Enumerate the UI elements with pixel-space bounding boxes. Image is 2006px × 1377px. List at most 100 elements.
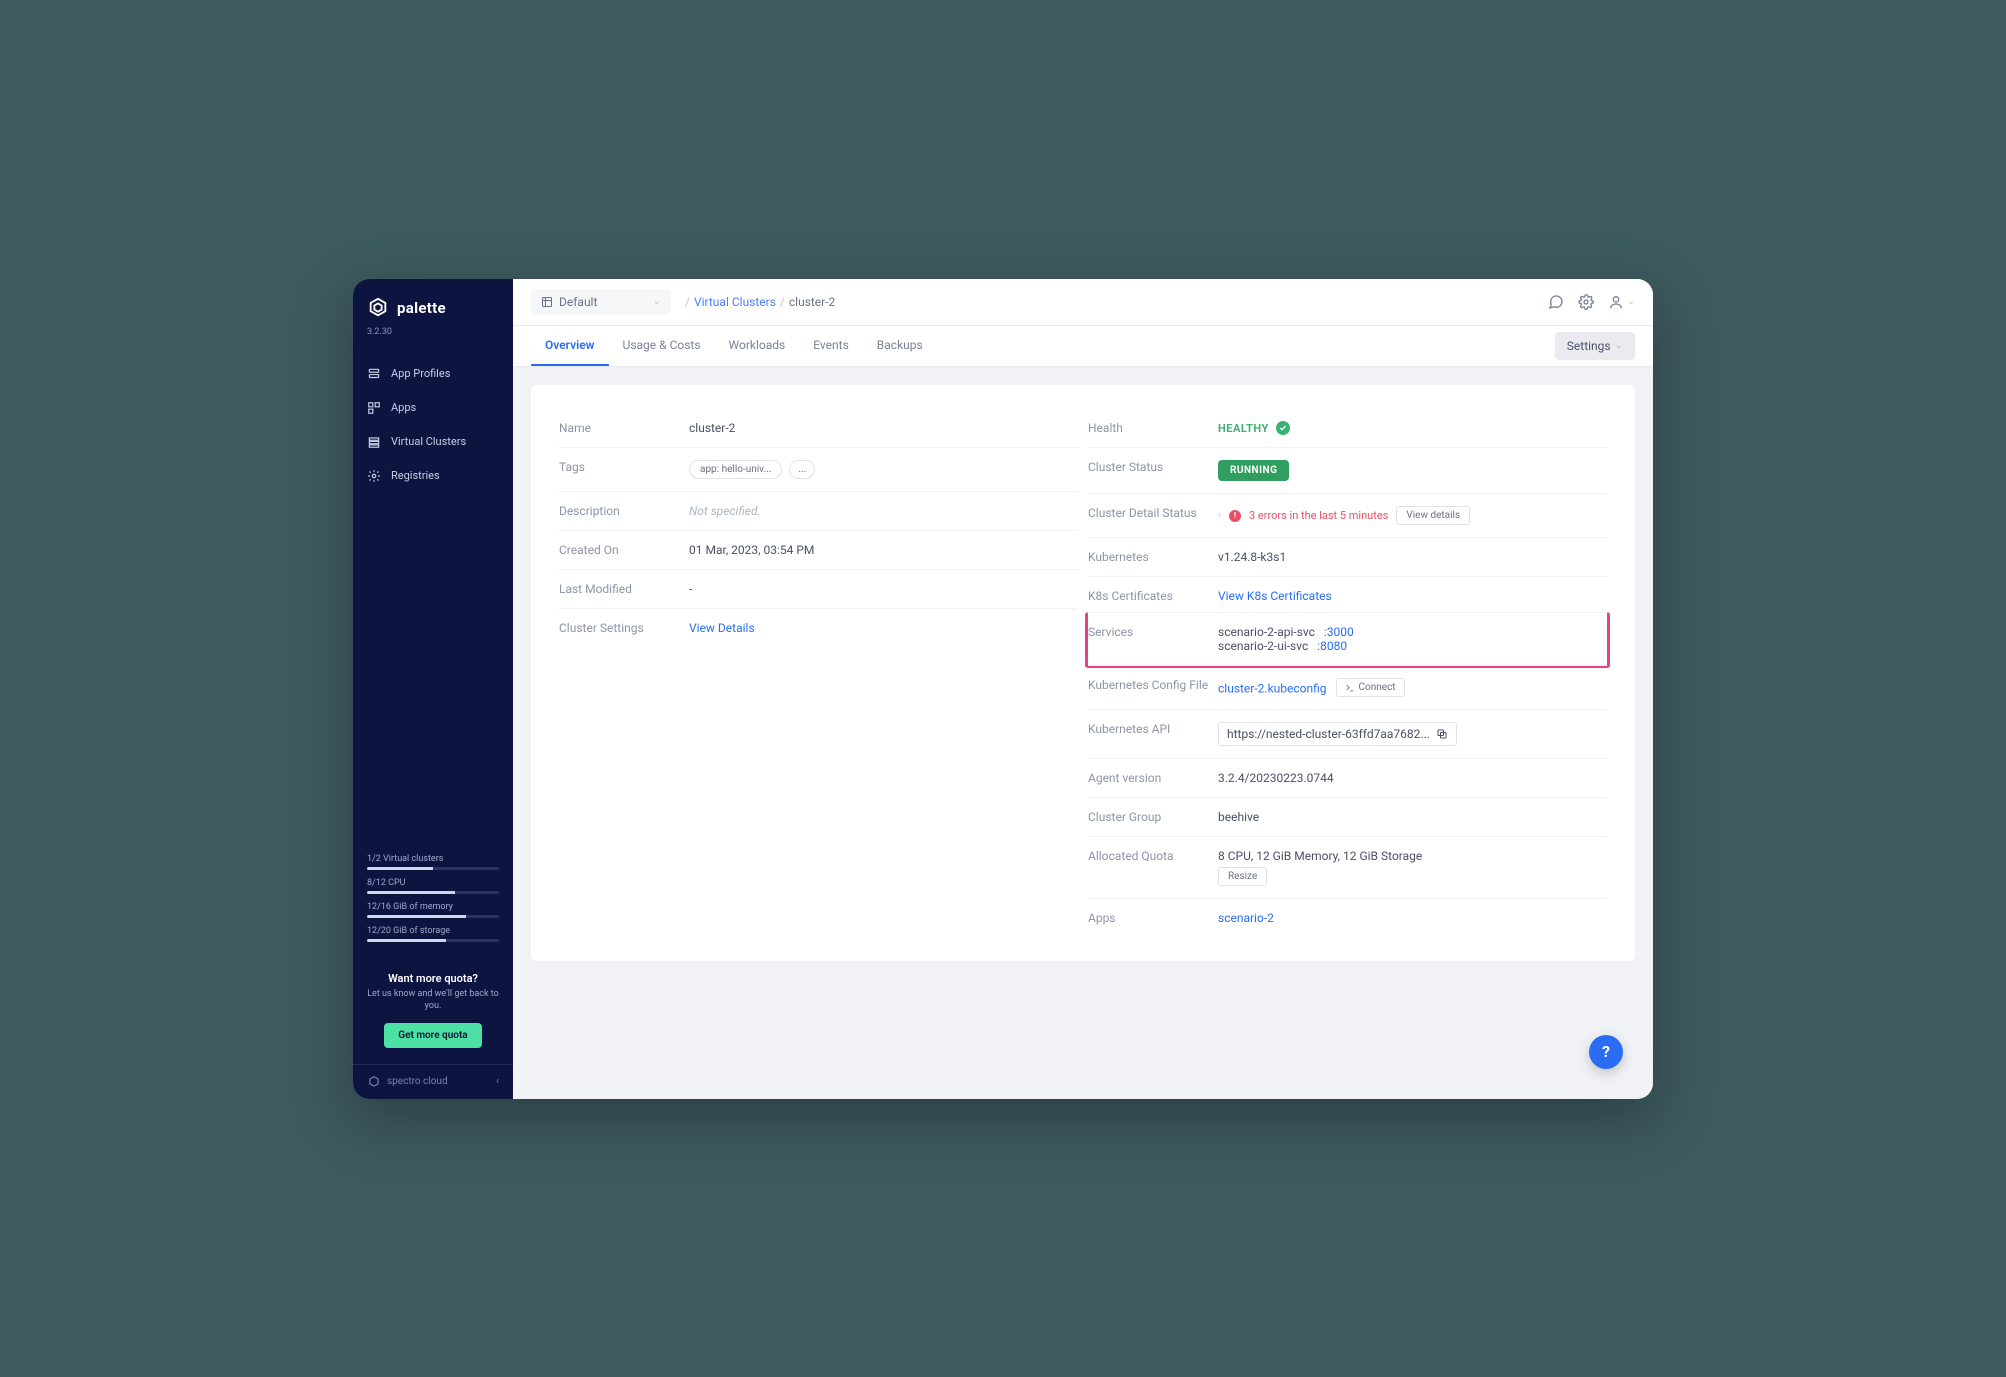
service-port-link[interactable]: :8080 — [1317, 639, 1347, 653]
user-menu[interactable]: ⌄ — [1608, 294, 1635, 310]
app-window: palette 3.2.30 App Profiles Apps Virtual… — [353, 279, 1653, 1099]
connect-button[interactable]: Connect — [1336, 678, 1405, 697]
field-label: Created On — [559, 543, 689, 557]
tab-overview[interactable]: Overview — [531, 326, 609, 366]
nav-label: App Profiles — [391, 367, 450, 380]
nav-apps[interactable]: Apps — [353, 391, 513, 425]
breadcrumb: / Virtual Clusters / cluster-2 — [685, 295, 835, 309]
resize-quota-button[interactable]: Resize — [1218, 867, 1267, 886]
project-name: Default — [559, 295, 597, 309]
chevron-down-icon: ⌄ — [653, 296, 661, 307]
user-icon — [1608, 294, 1624, 310]
field-label: Cluster Detail Status — [1088, 506, 1218, 520]
kubeconfig-download-link[interactable]: cluster-2.kubeconfig — [1218, 682, 1327, 696]
breadcrumb-link[interactable]: Virtual Clusters — [694, 295, 776, 309]
kubernetes-version: v1.24.8-k3s1 — [1218, 550, 1607, 564]
field-label: Kubernetes — [1088, 550, 1218, 564]
footer-brand: spectro cloud ‹ — [353, 1064, 513, 1099]
topbar-actions: ⌄ — [1548, 294, 1635, 310]
usage-meters: 1/2 Virtual clusters 8/12 CPU 12/16 GiB … — [353, 854, 513, 962]
tabs: Overview Usage & Costs Workloads Events … — [513, 326, 1653, 367]
nav-app-profiles[interactable]: App Profiles — [353, 357, 513, 391]
quota-sub: Let us know and we'll get back to you. — [367, 989, 499, 1012]
app-link[interactable]: scenario-2 — [1218, 911, 1274, 925]
services-row-highlighted: Services scenario-2-api-svc :3000 scenar… — [1085, 612, 1610, 668]
usage-storage: 12/20 GiB of storage — [367, 926, 499, 942]
usage-label: 12/20 GiB of storage — [367, 926, 499, 936]
breadcrumb-current: cluster-2 — [789, 295, 835, 309]
nav-registries[interactable]: Registries — [353, 459, 513, 493]
view-cluster-settings-link[interactable]: View Details — [689, 621, 755, 635]
quota-cta: Want more quota? Let us know and we'll g… — [353, 962, 513, 1063]
cluster-group-value: beehive — [1218, 810, 1607, 824]
usage-cpu: 8/12 CPU — [367, 878, 499, 894]
created-on-value: 01 Mar, 2023, 03:54 PM — [689, 543, 1078, 557]
cluster-settings-button[interactable]: Settings ⌄ — [1555, 332, 1635, 360]
service-name: scenario-2-ui-svc — [1218, 639, 1308, 653]
overview-card: Name cluster-2 Tags app: hello-univ... .… — [531, 385, 1635, 962]
usage-vc: 1/2 Virtual clusters — [367, 854, 499, 870]
tab-backups[interactable]: Backups — [863, 326, 937, 366]
topbar: Default ⌄ / Virtual Clusters / cluster-2… — [513, 279, 1653, 326]
field-label: Apps — [1088, 911, 1218, 925]
content: Name cluster-2 Tags app: hello-univ... .… — [513, 367, 1653, 1099]
collapse-sidebar-button[interactable]: ‹ — [496, 1076, 499, 1087]
copy-icon[interactable] — [1436, 728, 1448, 740]
field-label: Description — [559, 504, 689, 518]
view-certs-link[interactable]: View K8s Certificates — [1218, 589, 1332, 603]
chat-icon[interactable] — [1548, 294, 1564, 310]
tab-workloads[interactable]: Workloads — [715, 326, 800, 366]
field-label: Cluster Settings — [559, 621, 689, 635]
chevron-down-icon: ⌄ — [1615, 340, 1623, 351]
check-circle-icon — [1276, 421, 1290, 435]
field-label: Kubernetes API — [1088, 722, 1218, 736]
error-icon: ! — [1229, 510, 1241, 522]
service-name: scenario-2-api-svc — [1218, 625, 1315, 639]
tags-more-button[interactable]: ... — [789, 460, 815, 479]
project-selector[interactable]: Default ⌄ — [531, 289, 671, 315]
project-icon — [541, 296, 553, 308]
brand-block: palette — [353, 279, 513, 327]
tab-usage-costs[interactable]: Usage & Costs — [609, 326, 715, 366]
spectro-logo-icon — [367, 1075, 381, 1089]
field-label: Health — [1088, 421, 1218, 435]
terminal-icon — [1345, 683, 1355, 693]
tag-chip[interactable]: app: hello-univ... — [689, 460, 782, 479]
service-port-link[interactable]: :3000 — [1324, 625, 1354, 639]
sidebar-footer: 1/2 Virtual clusters 8/12 CPU 12/16 GiB … — [353, 854, 513, 1098]
error-summary: 3 errors in the last 5 minutes — [1249, 509, 1388, 522]
settings-gear-icon[interactable] — [1578, 294, 1594, 310]
layers-icon — [367, 367, 381, 381]
field-label: Agent version — [1088, 771, 1218, 785]
field-label: Tags — [559, 460, 689, 474]
health-status: HEALTHY — [1218, 422, 1269, 435]
field-label: Name — [559, 421, 689, 435]
tab-events[interactable]: Events — [799, 326, 863, 366]
nav-label: Virtual Clusters — [391, 435, 466, 448]
quota-title: Want more quota? — [367, 972, 499, 985]
brand-name: palette — [397, 299, 446, 317]
api-url: https://nested-cluster-63ffd7aa7682... — [1227, 727, 1430, 741]
field-label: Last Modified — [559, 582, 689, 596]
view-error-details-button[interactable]: View details — [1396, 506, 1470, 525]
agent-version: 3.2.4/20230223.0744 — [1218, 771, 1607, 785]
app-version: 3.2.30 — [353, 327, 513, 351]
chevron-right-icon[interactable]: › — [1218, 510, 1221, 521]
chevron-down-icon: ⌄ — [1627, 296, 1635, 307]
gear-icon — [367, 469, 381, 483]
status-pill: RUNNING — [1218, 460, 1289, 481]
sidebar-nav: App Profiles Apps Virtual Clusters Regis… — [353, 351, 513, 493]
cluster-name: cluster-2 — [689, 421, 1078, 435]
field-label: Kubernetes Config File — [1088, 678, 1218, 692]
nav-label: Apps — [391, 401, 416, 414]
usage-bar-fill — [367, 939, 446, 942]
usage-label: 12/16 GiB of memory — [367, 902, 499, 912]
overview-left-column: Name cluster-2 Tags app: hello-univ... .… — [559, 409, 1078, 938]
usage-bar-fill — [367, 915, 466, 918]
api-url-box: https://nested-cluster-63ffd7aa7682... — [1218, 722, 1457, 746]
help-button[interactable]: ? — [1589, 1035, 1623, 1069]
usage-bar-fill — [367, 891, 455, 894]
get-quota-button[interactable]: Get more quota — [384, 1023, 481, 1048]
field-label: K8s Certificates — [1088, 589, 1218, 603]
nav-virtual-clusters[interactable]: Virtual Clusters — [353, 425, 513, 459]
